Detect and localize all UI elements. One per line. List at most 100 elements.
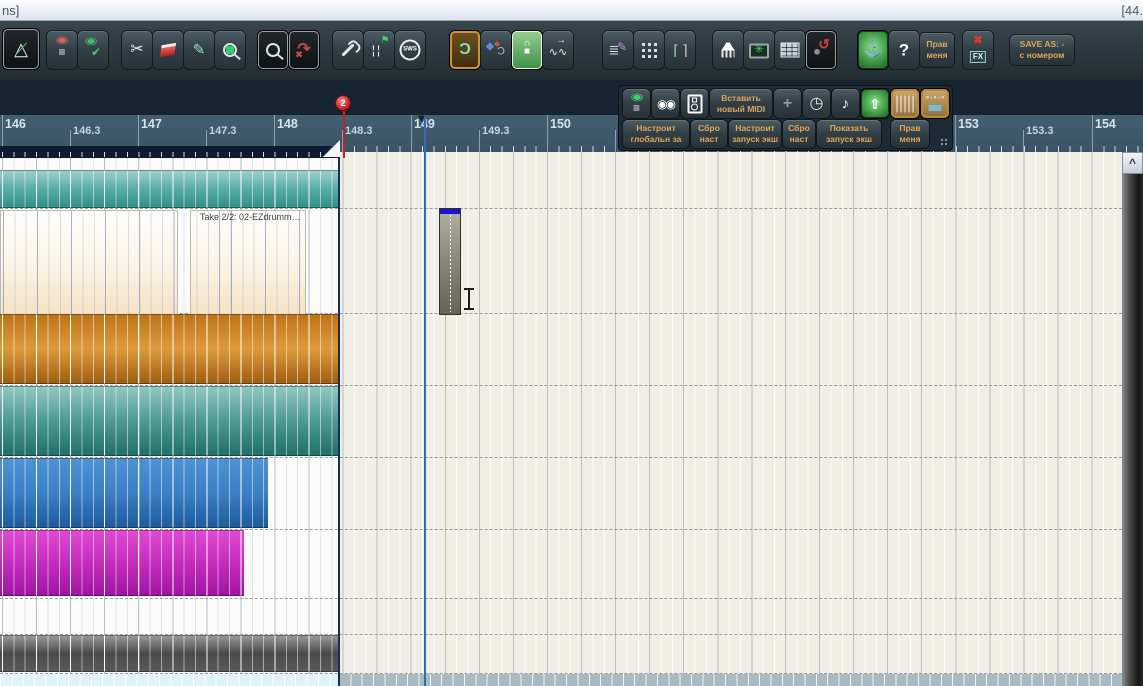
edit-rights-button-label: Прав меня xyxy=(926,39,948,60)
grid-columns-button[interactable] xyxy=(891,89,919,118)
ruler-label-153: 153 xyxy=(958,117,979,131)
floating-toolbar: ◉ ≡ ◉◉ Вставить новый MIDI + ◷ ♪ ⇧ ∘-∘-∘ Настроит г… xyxy=(619,86,952,150)
grouping-button[interactable]: ¦¦ ⚑ xyxy=(364,31,394,69)
loop-source-button[interactable]: Ɔ xyxy=(450,31,480,69)
selection-end-arrow xyxy=(323,140,340,157)
pencil-button[interactable]: ✎ xyxy=(184,31,214,69)
marker-2-line xyxy=(343,110,345,158)
sws-button[interactable]: SWS xyxy=(395,31,425,69)
project-folder-button[interactable]: ✳ xyxy=(744,31,774,69)
window-title-left: ns] xyxy=(2,3,20,18)
scissors-icon: ✂ xyxy=(130,41,144,58)
vertical-scrollbar[interactable]: ^ xyxy=(1122,152,1143,686)
magnifier-green-icon xyxy=(215,31,245,69)
reset-settings-button-2[interactable]: Сбро наст xyxy=(783,120,815,148)
edit-rights-float-button[interactable]: Прав меня xyxy=(891,120,929,148)
arrange-view[interactable]: Take 2/2: 02-EZdrumm… xyxy=(0,152,1122,686)
envelope-points-button[interactable]: ∿∿ → xyxy=(543,31,573,69)
edit-rights-float-button-label: Прав меня xyxy=(899,123,921,144)
edit-rights-button[interactable]: Прав меня xyxy=(920,33,954,67)
anchor-icon: ⚓ xyxy=(863,41,883,58)
magnifier-frame-icon xyxy=(258,31,288,69)
reels-icon: ◉◉ xyxy=(657,96,676,111)
marker-2[interactable]: 2 xyxy=(336,96,350,110)
note-button[interactable]: ♪ xyxy=(832,89,859,118)
edit-cursor-line[interactable] xyxy=(424,115,426,686)
scroll-up-button[interactable]: ^ xyxy=(1122,152,1143,174)
item-teal-1[interactable] xyxy=(0,170,339,208)
disk-sync-button[interactable]: ● ↺ xyxy=(806,31,836,69)
node-graph-button[interactable]: ∘-∘-∘ xyxy=(921,89,949,118)
touch-button[interactable]: ⇧ xyxy=(861,89,889,118)
setup-global-button[interactable]: Настроит глобальн за xyxy=(623,120,689,148)
take-label: Take 2/2: 02-EZdrumm… xyxy=(200,212,301,222)
waveform-arrow-icon: ∿∿ → xyxy=(548,35,568,59)
grid-dots-button[interactable] xyxy=(634,31,664,69)
item-cream-a[interactable] xyxy=(0,210,178,315)
ruler-label-146: 146 xyxy=(5,117,26,131)
scrollbar-track[interactable] xyxy=(1122,174,1143,686)
eye-sliders-green-icon: ◉ ≡ xyxy=(629,92,644,115)
split-button[interactable]: ◆ ◆ Ɔ xyxy=(481,31,511,69)
ripple-arrow-icon: ↷ ✖ xyxy=(295,41,311,60)
cleanup-button[interactable] xyxy=(713,31,743,69)
setup-run-action-button[interactable]: Настроит запуск экш xyxy=(729,120,781,148)
toolbar-group: ¦¦ ⚑ SWS xyxy=(333,31,426,69)
fx-off-button[interactable]: ✖ FX xyxy=(963,31,993,69)
broom-icon xyxy=(713,31,743,69)
track-visibility-button[interactable]: ◉ ✔ xyxy=(78,31,108,69)
crosshair-icon: + xyxy=(782,94,793,112)
save-as-button[interactable]: SAVE AS: -с номером xyxy=(1010,35,1074,65)
speaker-button[interactable] xyxy=(681,89,708,118)
item-blue[interactable] xyxy=(0,458,268,528)
toolbar-group: ✖ FX xyxy=(963,31,994,69)
bottom-track-strip-empty[interactable] xyxy=(339,674,1122,686)
ruler-marker-lane[interactable] xyxy=(0,80,1143,115)
table-icon xyxy=(775,31,805,69)
envelope-lock-button[interactable]: ∩ ■ xyxy=(512,31,542,69)
reset-settings-button-label: Сбро наст xyxy=(698,123,720,144)
item-gray[interactable] xyxy=(0,635,339,672)
envelope-lock-icon: ∩ ■ xyxy=(523,38,531,57)
ruler-measure-line xyxy=(1092,115,1093,152)
item-properties-button[interactable]: ≣ ✎ xyxy=(603,31,633,69)
item-orange[interactable] xyxy=(0,314,339,384)
item-cream-b[interactable]: Take 2/2: 02-EZdrumm… xyxy=(190,210,306,315)
time-selection-lane[interactable] xyxy=(0,146,339,158)
toolbar-group: ✂ ✎ xyxy=(122,31,246,69)
ruler-label-154: 154 xyxy=(1095,117,1116,131)
reset-settings-button[interactable]: Сбро наст xyxy=(691,120,727,148)
ruler-measure-line xyxy=(955,115,956,152)
scatter-button[interactable]: + xyxy=(774,89,801,118)
ripple-edit-button[interactable]: ↷ ✖ xyxy=(289,31,319,69)
reset-settings-button-2-label: Сбро наст xyxy=(788,123,810,144)
cut-button[interactable]: ✂ xyxy=(122,31,152,69)
metronome-icon: △ ╱ xyxy=(14,39,28,59)
media-table-button[interactable] xyxy=(775,31,805,69)
zoom-button[interactable] xyxy=(215,31,245,69)
item-fades-button[interactable]: ⌈ ⌉ xyxy=(665,31,695,69)
toolbar-group: ↷ ✖ xyxy=(258,31,320,69)
metronome-button[interactable]: △ ╱ xyxy=(3,29,39,69)
item-teal-2[interactable] xyxy=(0,386,339,456)
folder-star-icon: ✳ xyxy=(744,31,774,69)
fx-visibility-button[interactable]: ◉ ≡ xyxy=(47,31,77,69)
clock-button[interactable]: ◷ xyxy=(803,89,830,118)
midi-item-header xyxy=(440,209,460,214)
zoom-mode-button[interactable] xyxy=(258,31,288,69)
item-magenta[interactable] xyxy=(0,530,244,596)
actions-wrench-button[interactable] xyxy=(333,31,363,69)
show-run-action-button[interactable]: Показать запуск экш xyxy=(817,120,881,148)
ruler-measure-line xyxy=(1023,130,1024,152)
resize-grip[interactable] xyxy=(940,138,949,147)
mixer-eye-button[interactable]: ◉ ≡ xyxy=(623,89,650,118)
erase-button[interactable] xyxy=(153,31,183,69)
tape-reels-button[interactable]: ◉◉ xyxy=(652,89,679,118)
help-button[interactable]: ? xyxy=(889,31,919,69)
main-toolbar: △ ╱ ◉ ≡ ◉ ✔ ✂ ✎ ↷ ✖ ¦¦ ⚑ SWS Ɔ ◆ ◆ Ɔ ∩ ■ ∿∿ → ≣ ✎ ⌈ ⌉ ✳ ● ↺ ⚓? Прав ме… xyxy=(0,21,1143,81)
anchor-button[interactable]: ⚓ xyxy=(858,31,888,69)
insert-midi-button[interactable]: Вставить новый MIDI xyxy=(710,89,772,118)
midi-item[interactable] xyxy=(439,208,461,315)
bottom-track-strip[interactable] xyxy=(0,674,339,686)
ruler-measure-line xyxy=(479,130,480,152)
